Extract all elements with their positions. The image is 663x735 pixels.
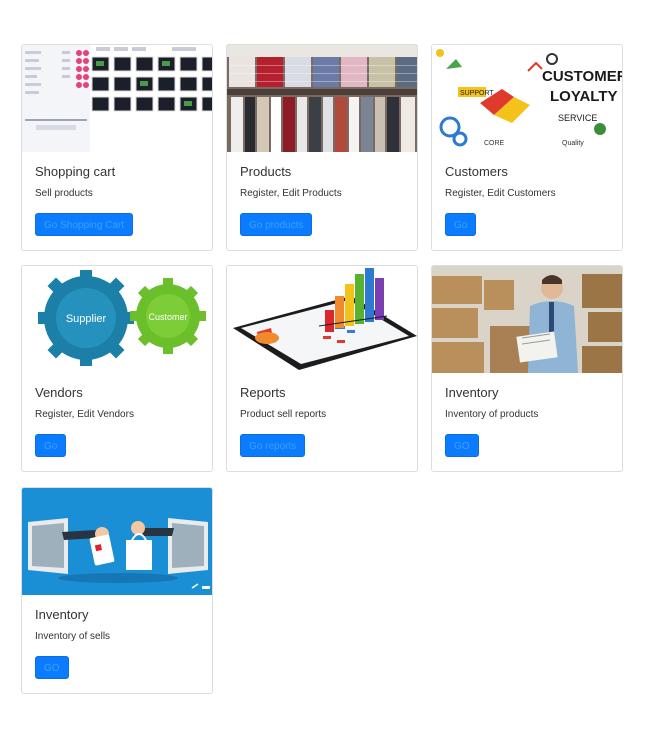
card-description: Product sell reports xyxy=(240,409,327,420)
go-vendors-button[interactable]: Go xyxy=(35,434,67,457)
warehouse-worker-image xyxy=(432,266,622,373)
go-reports-button[interactable]: Go reports xyxy=(240,434,306,457)
card-title: Customers xyxy=(445,164,508,179)
tablet-bar-chart-image xyxy=(227,266,417,373)
card-description: Register, Edit Vendors xyxy=(35,409,134,420)
image-text: SERVICE xyxy=(558,113,597,123)
supplier-customer-gears-image: Supplier Customer xyxy=(22,266,212,373)
card-title: Reports xyxy=(240,385,286,400)
card-title: Products xyxy=(240,164,292,179)
card-description: Sell products xyxy=(35,188,93,199)
card-title: Shopping cart xyxy=(35,164,116,179)
image-text: CORE xyxy=(484,140,505,147)
card-description: Inventory of products xyxy=(445,409,539,420)
card-inventory-sells: Inventory Inventory of sells GO xyxy=(21,487,213,694)
go-customers-button[interactable]: Go xyxy=(445,213,477,236)
card-reports: Reports Product sell reports Go reports xyxy=(226,265,418,472)
card-customers: SUPPORT CUSTOMER LOYALTY SERVICE CORE Qu… xyxy=(431,44,623,251)
card-products: Products Register, Edit Products Go prod… xyxy=(226,44,418,251)
card-title: Inventory xyxy=(35,607,89,622)
shopping-cart-screenshot-image xyxy=(22,45,212,152)
image-text: Customer xyxy=(148,312,187,322)
image-text: Supplier xyxy=(66,313,107,325)
card-description: Inventory of sells xyxy=(35,631,111,642)
card-title: Inventory xyxy=(445,385,499,400)
image-text: LOYALTY xyxy=(550,88,618,105)
image-text: CUSTOMER xyxy=(542,68,623,85)
online-shopping-hands-image xyxy=(22,488,212,595)
card-inventory-products: Inventory Inventory of products GO xyxy=(431,265,623,472)
go-shopping-cart-button[interactable]: Go Shopping Cart xyxy=(35,213,134,236)
go-inventory-sells-button[interactable]: GO xyxy=(35,656,69,679)
image-text: Quality xyxy=(562,140,584,147)
clothes-shelf-image xyxy=(227,45,417,152)
card-vendors: Supplier Customer Vendors Register, Edit… xyxy=(21,265,213,472)
customer-loyalty-image: SUPPORT CUSTOMER LOYALTY SERVICE CORE Qu… xyxy=(432,45,623,152)
image-text: SUPPORT xyxy=(460,90,494,97)
card-description: Register, Edit Products xyxy=(240,188,342,199)
card-title: Vendors xyxy=(35,385,83,400)
go-inventory-products-button[interactable]: GO xyxy=(445,434,479,457)
card-description: Register, Edit Customers xyxy=(445,188,556,199)
card-shopping-cart: Shopping cart Sell products Go Shopping … xyxy=(21,44,213,251)
go-products-button[interactable]: Go products xyxy=(240,213,313,236)
